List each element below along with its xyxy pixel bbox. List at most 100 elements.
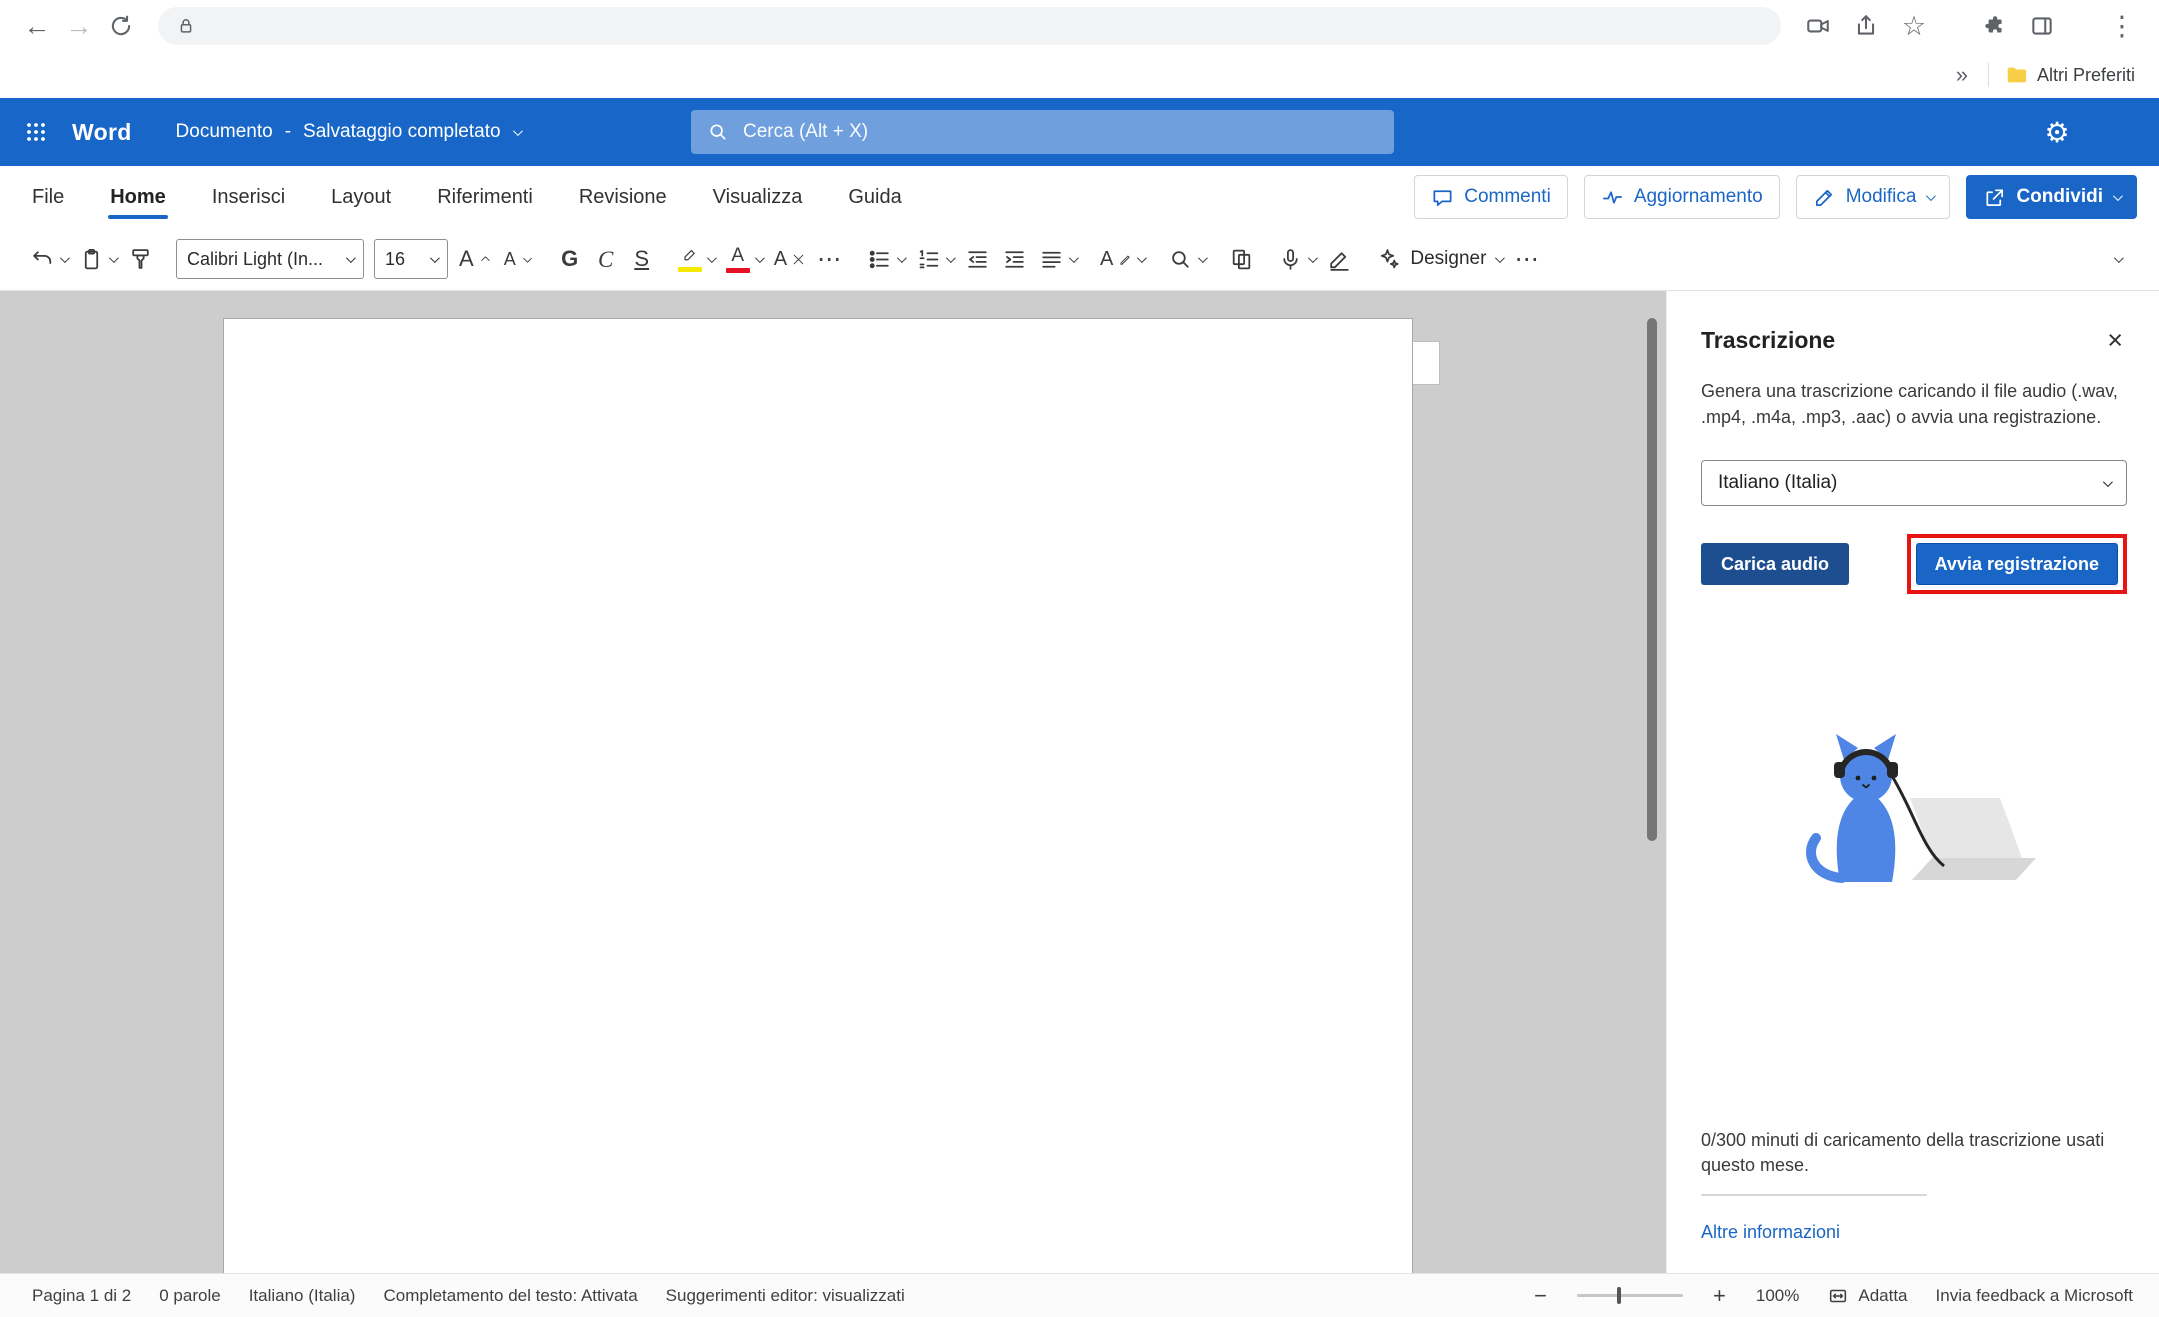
bookmarks-overflow-chevron[interactable]: » — [1952, 62, 1972, 88]
caret-up-icon — [479, 253, 492, 266]
paste-button[interactable] — [73, 237, 122, 281]
search-input[interactable] — [743, 121, 1378, 143]
usage-text: 0/300 minuti di caricamento della trascr… — [1701, 1128, 2119, 1178]
workspace: Trascrizione × Genera una trascrizione c… — [0, 291, 2159, 1273]
font-color-button[interactable]: A — [720, 237, 768, 281]
bookmarks-folder[interactable]: Altri Preferiti — [2005, 64, 2135, 86]
language-value: Italiano (Italia) — [1718, 472, 1837, 494]
italic-button[interactable]: C — [588, 237, 624, 281]
forward-icon[interactable]: → — [58, 5, 100, 47]
camera-icon[interactable] — [1797, 5, 1839, 47]
reload-icon[interactable] — [100, 5, 142, 47]
font-family-select[interactable]: Calibri Light (In... — [176, 239, 364, 279]
shrink-font-button[interactable]: A — [498, 237, 540, 281]
bookmarks-folder-label: Altri Preferiti — [2037, 65, 2135, 86]
designer-button[interactable]: Designer — [1370, 237, 1508, 281]
upload-audio-button[interactable]: Carica audio — [1701, 543, 1849, 585]
bookmarks-divider — [1988, 63, 1989, 87]
collapse-ribbon-button[interactable] — [2099, 237, 2135, 281]
more-info-link[interactable]: Altre informazioni — [1701, 1222, 1840, 1243]
tab-revisione[interactable]: Revisione — [579, 166, 667, 228]
find-button[interactable] — [1162, 237, 1211, 281]
tab-layout[interactable]: Layout — [331, 166, 391, 228]
styles-button[interactable]: A — [1094, 237, 1150, 281]
extensions-puzzle-icon[interactable] — [1973, 5, 2015, 47]
sparkle-icon — [1376, 247, 1401, 272]
more-commands-button[interactable]: ⋯ — [1508, 237, 1546, 281]
url-input[interactable] — [208, 16, 1763, 37]
clear-formatting-button[interactable]: A — [768, 237, 811, 281]
search-box[interactable] — [691, 110, 1394, 154]
back-icon[interactable]: ← — [16, 5, 58, 47]
word-count[interactable]: 0 parole — [159, 1286, 220, 1306]
increase-indent-button[interactable] — [996, 237, 1033, 281]
clipboard-icon — [79, 247, 104, 272]
bullet-list-button[interactable] — [861, 237, 910, 281]
format-painter-button[interactable] — [122, 237, 159, 281]
start-recording-button[interactable]: Avvia registrazione — [1916, 543, 2118, 585]
tab-file[interactable]: File — [32, 166, 64, 228]
chevron-down-icon — [1308, 253, 1318, 263]
dictate-button[interactable] — [1272, 237, 1321, 281]
editor-button[interactable] — [1321, 237, 1358, 281]
settings-gear-icon[interactable]: ⚙ — [2035, 110, 2079, 154]
language-select[interactable]: Italiano (Italia) — [1701, 460, 2127, 506]
page-count[interactable]: Pagina 1 di 2 — [32, 1286, 131, 1306]
comment-icon — [1431, 186, 1454, 209]
feedback-link[interactable]: Invia feedback a Microsoft — [1936, 1286, 2133, 1306]
comment-margin-card[interactable] — [1413, 341, 1440, 385]
undo-button[interactable] — [24, 237, 73, 281]
tab-visualizza[interactable]: Visualizza — [713, 166, 803, 228]
document-page[interactable] — [223, 318, 1413, 1317]
more-icon: ⋯ — [1514, 245, 1540, 274]
chevron-down-icon — [2113, 253, 2123, 263]
zoom-out-button[interactable]: − — [1532, 1283, 1549, 1309]
comments-button[interactable]: Commenti — [1414, 175, 1568, 219]
font-size-select[interactable]: 16 — [374, 239, 448, 279]
highlight-button[interactable] — [672, 237, 720, 281]
update-button[interactable]: Aggiornamento — [1584, 175, 1780, 219]
tab-home[interactable]: Home — [110, 166, 166, 228]
browser-toolbar: ← → ☆ ⋮ — [0, 0, 2159, 52]
zoom-slider[interactable] — [1577, 1294, 1683, 1297]
share-button[interactable]: Condividi — [1966, 175, 2137, 219]
app-launcher-icon[interactable] — [12, 108, 60, 156]
bookmark-star-icon[interactable]: ☆ — [1893, 5, 1935, 47]
numbered-list-button[interactable] — [910, 237, 959, 281]
bullet-list-icon — [867, 247, 892, 272]
language-status[interactable]: Italiano (Italia) — [249, 1286, 356, 1306]
edit-mode-button[interactable]: Modifica — [1796, 175, 1951, 219]
status-bar: Pagina 1 di 2 0 parole Italiano (Italia)… — [0, 1273, 2159, 1317]
document-title-group[interactable]: Documento - Salvataggio completato — [176, 121, 520, 143]
zoom-level[interactable]: 100% — [1756, 1286, 1799, 1306]
zoom-in-button[interactable]: + — [1711, 1283, 1728, 1309]
outdent-icon — [965, 247, 990, 272]
fit-width-button[interactable]: Adatta — [1827, 1285, 1907, 1307]
side-panel-icon[interactable] — [2021, 5, 2063, 47]
tab-inserisci[interactable]: Inserisci — [212, 166, 285, 228]
address-bar[interactable] — [158, 7, 1781, 45]
reuse-files-button[interactable] — [1223, 237, 1260, 281]
browser-menu-icon[interactable]: ⋮ — [2101, 5, 2143, 47]
tab-guida[interactable]: Guida — [848, 166, 901, 228]
text-completion-status[interactable]: Completamento del testo: Attivata — [383, 1286, 637, 1306]
chevron-down-icon — [109, 253, 119, 263]
chevron-down-icon — [2113, 191, 2123, 201]
bold-button[interactable]: G — [552, 237, 588, 281]
zoom-slider-thumb[interactable] — [1617, 1287, 1621, 1304]
editor-suggestions-status[interactable]: Suggerimenti editor: visualizzati — [666, 1286, 905, 1306]
share-icon[interactable] — [1845, 5, 1887, 47]
app-name[interactable]: Word — [72, 119, 132, 146]
comments-label: Commenti — [1464, 186, 1551, 208]
tab-riferimenti[interactable]: Riferimenti — [437, 166, 533, 228]
grow-font-button[interactable]: A — [453, 237, 498, 281]
font-color-icon: A — [726, 246, 750, 273]
underline-button[interactable]: S — [624, 237, 660, 281]
alignment-button[interactable] — [1033, 237, 1082, 281]
close-icon[interactable]: × — [2103, 327, 2127, 354]
more-font-options-button[interactable]: ⋯ — [811, 237, 849, 281]
caret-down-icon — [521, 253, 534, 266]
formatting-toolbar: Calibri Light (In... 16 A A G C S — [0, 228, 2159, 291]
vertical-scrollbar[interactable] — [1647, 318, 1657, 841]
decrease-indent-button[interactable] — [959, 237, 996, 281]
